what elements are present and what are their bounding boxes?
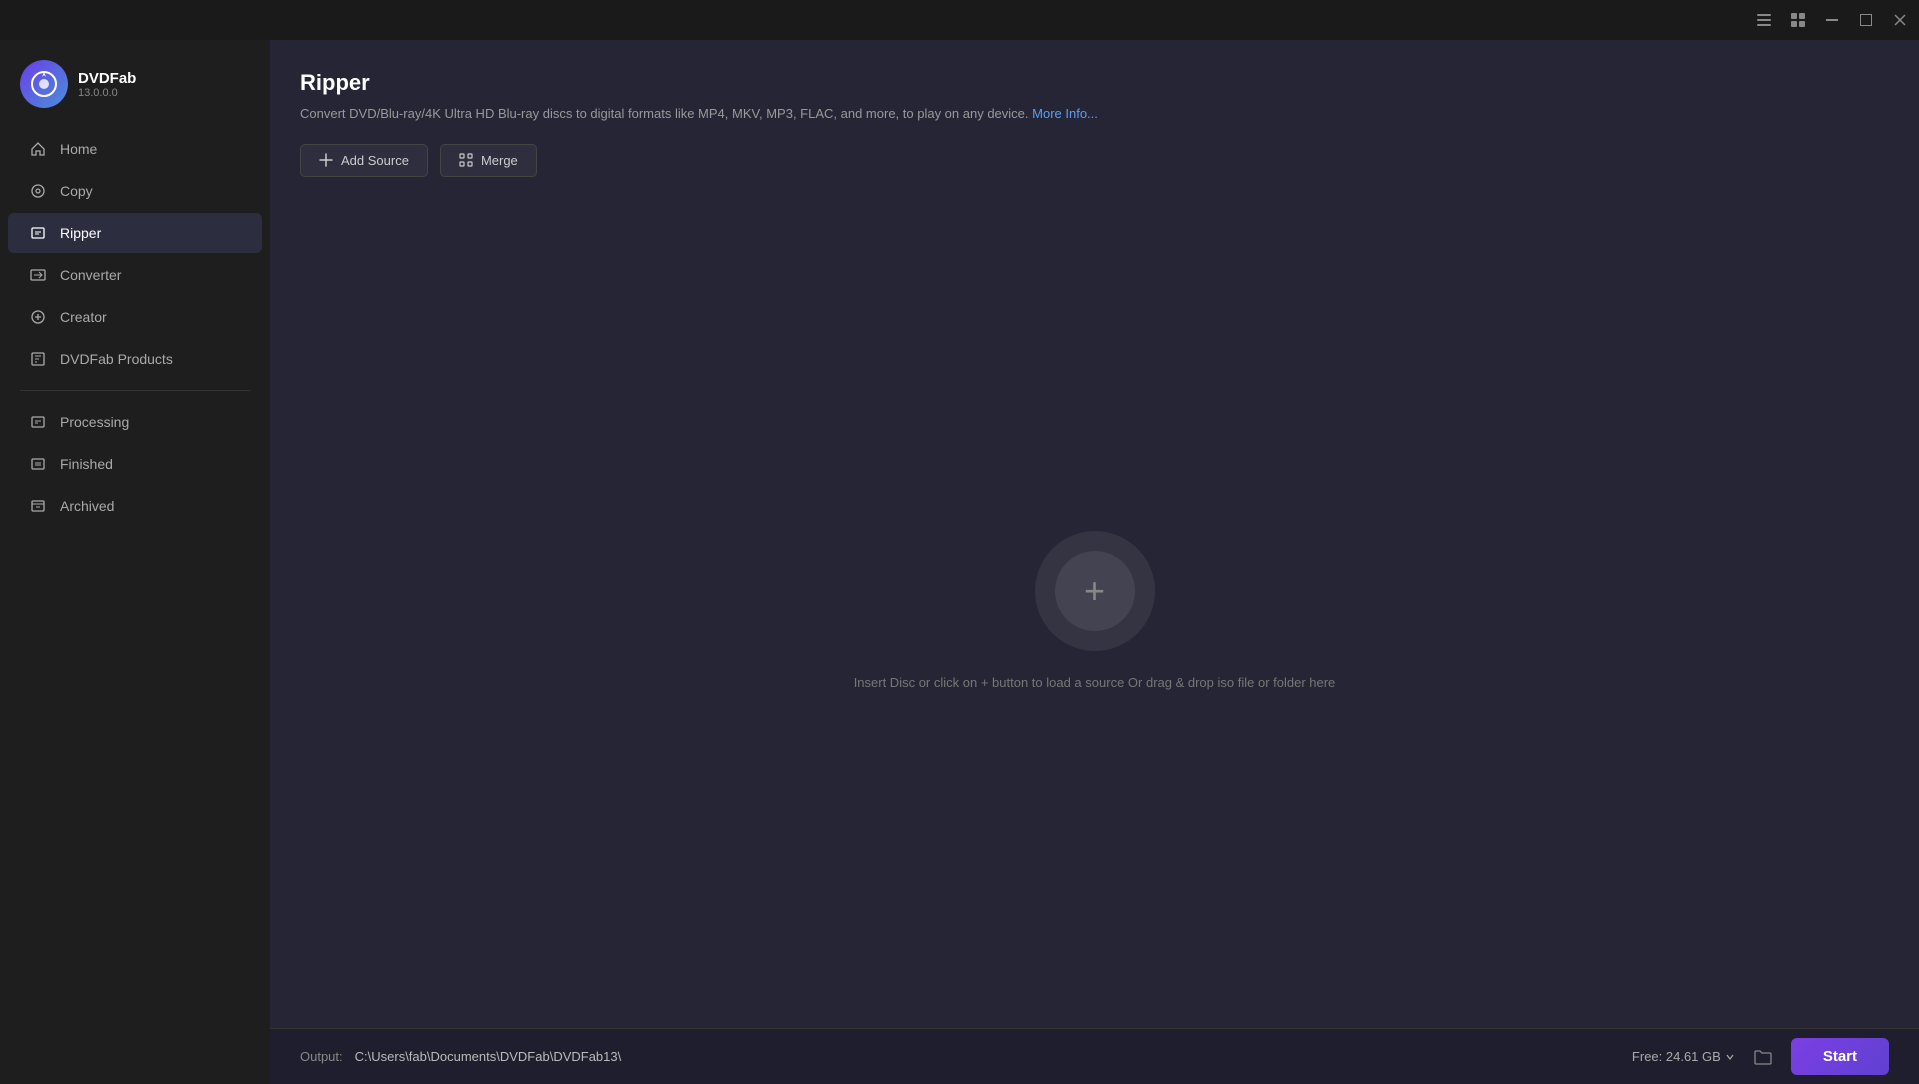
plus-icon: + [1084,573,1105,609]
sidebar: DVDFab 13.0.0.0 Home Copy [0,40,270,1084]
logo-text: DVDFab 13.0.0.0 [78,70,136,99]
sidebar-item-ripper[interactable]: Ripper [8,213,262,253]
close-button[interactable] [1891,11,1909,29]
settings-icon-btn[interactable] [1755,11,1773,29]
sidebar-label-archived: Archived [60,498,114,514]
grid-icon-btn[interactable] [1789,11,1807,29]
content-header: Ripper Convert DVD/Blu-ray/4K Ultra HD B… [270,40,1919,144]
drop-hint: Insert Disc or click on + button to load… [854,675,1336,690]
sidebar-item-creator[interactable]: Creator [8,297,262,337]
add-circle-inner: + [1055,551,1135,631]
free-space-text: Free: 24.61 GB [1632,1049,1721,1064]
start-button[interactable]: Start [1791,1038,1889,1075]
description-text: Convert DVD/Blu-ray/4K Ultra HD Blu-ray … [300,106,1029,121]
footer-bar: Output: C:\Users\fab\Documents\DVDFab\DV… [270,1028,1919,1084]
merge-button[interactable]: Merge [440,144,537,177]
nav-divider [20,390,250,391]
app-logo [20,60,68,108]
sidebar-label-finished: Finished [60,456,113,472]
creator-icon [28,307,48,327]
drop-zone[interactable]: + Insert Disc or click on + button to lo… [300,193,1889,1029]
sidebar-item-archived[interactable]: Archived [8,486,262,526]
output-label: Output: [300,1049,343,1064]
ripper-icon [28,223,48,243]
processing-icon [28,412,48,432]
add-source-label: Add Source [341,153,409,168]
home-icon [28,139,48,159]
sidebar-item-finished[interactable]: Finished [8,444,262,484]
sidebar-label-home: Home [60,141,97,157]
app-body: DVDFab 13.0.0.0 Home Copy [0,40,1919,1084]
page-description: Convert DVD/Blu-ray/4K Ultra HD Blu-ray … [300,104,1889,124]
app-name: DVDFab [78,70,136,87]
minimize-button[interactable] [1823,11,1841,29]
more-info-link[interactable]: More Info... [1032,106,1098,121]
sidebar-item-home[interactable]: Home [8,129,262,169]
sidebar-label-ripper: Ripper [60,225,101,241]
sidebar-label-processing: Processing [60,414,129,430]
sidebar-label-dvdfab: DVDFab Products [60,351,173,367]
add-source-button[interactable]: Add Source [300,144,428,177]
main-content: Ripper Convert DVD/Blu-ray/4K Ultra HD B… [270,40,1919,1084]
app-version: 13.0.0.0 [78,87,136,99]
sidebar-label-creator: Creator [60,309,107,325]
converter-icon [28,265,48,285]
sidebar-item-processing[interactable]: Processing [8,402,262,442]
merge-label: Merge [481,153,518,168]
sidebar-item-dvdfab-products[interactable]: DVDFab Products [8,339,262,379]
dvdfab-icon [28,349,48,369]
folder-button[interactable] [1747,1041,1779,1073]
sidebar-label-copy: Copy [60,183,93,199]
logo-area: DVDFab 13.0.0.0 [0,50,270,128]
finished-icon [28,454,48,474]
toolbar: Add Source Merge [270,144,1919,193]
free-space: Free: 24.61 GB [1632,1049,1735,1064]
page-title: Ripper [300,70,1889,96]
maximize-button[interactable] [1857,11,1875,29]
add-circle-button[interactable]: + [1035,531,1155,651]
copy-icon [28,181,48,201]
sidebar-item-converter[interactable]: Converter [8,255,262,295]
sidebar-label-converter: Converter [60,267,121,283]
titlebar [0,0,1919,40]
sidebar-item-copy[interactable]: Copy [8,171,262,211]
archived-icon [28,496,48,516]
output-path: C:\Users\fab\Documents\DVDFab\DVDFab13\ [355,1049,1620,1064]
